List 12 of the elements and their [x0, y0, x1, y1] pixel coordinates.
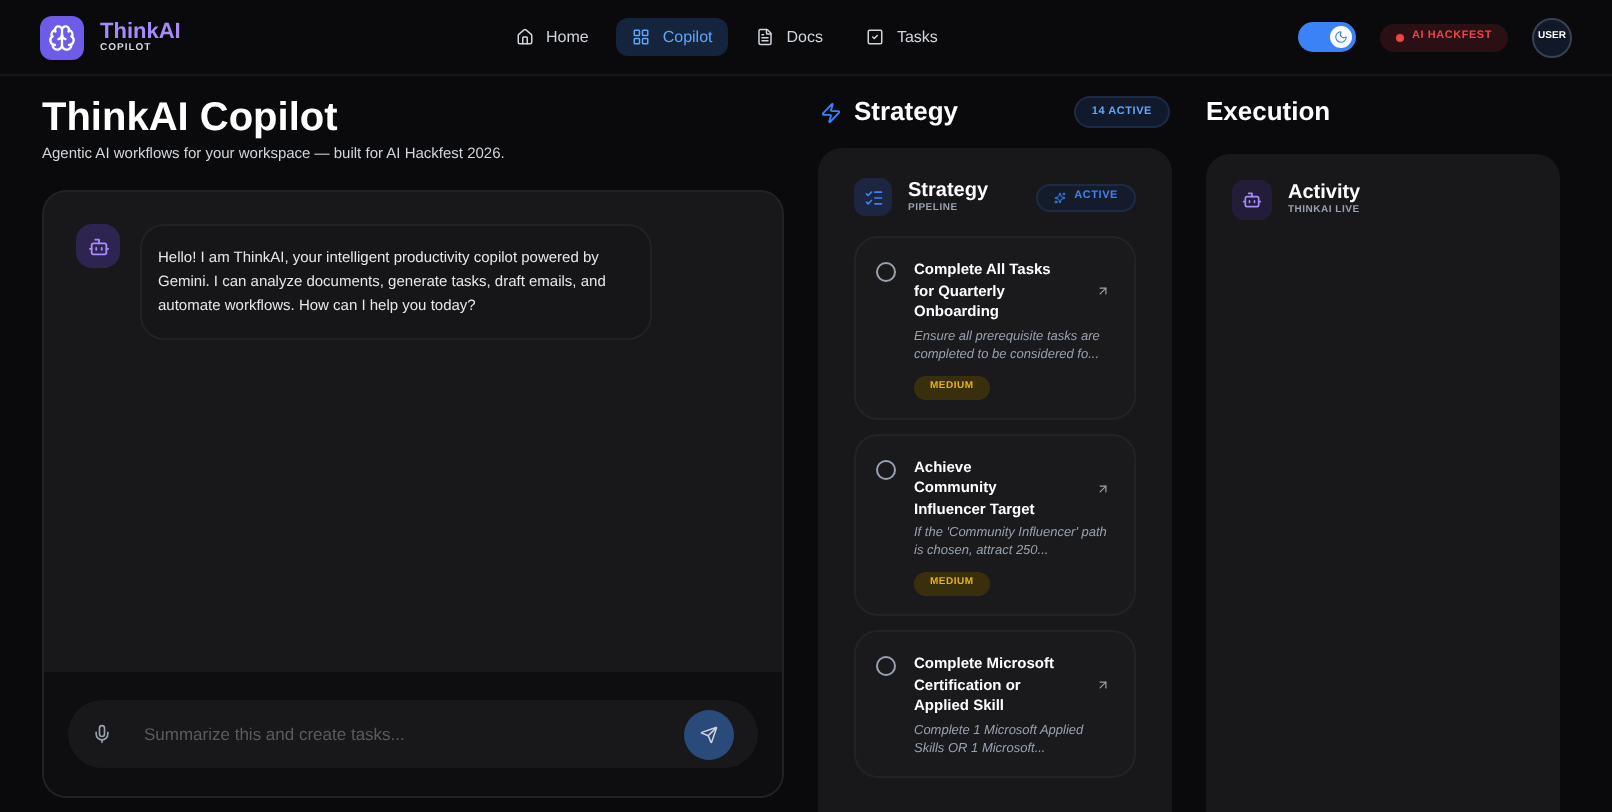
nav-tab[interactable]: Home: [500, 18, 605, 56]
nav-tab[interactable]: Copilot: [616, 18, 729, 56]
panel-title: Strategy: [908, 181, 989, 201]
column-heading: Execution: [1206, 94, 1333, 130]
chat-input-bar[interactable]: Summarize this and create tasks...: [68, 700, 758, 768]
message-input[interactable]: Summarize this and create tasks...: [144, 721, 652, 747]
panel-title: Activity: [1288, 184, 1361, 204]
column-heading: Strategy: [854, 94, 959, 131]
nav-tab[interactable]: Tasks: [850, 18, 954, 56]
brand-name: ThinkAI: [100, 21, 181, 43]
nav-tab[interactable]: Docs: [740, 18, 839, 56]
page-title: ThinkAI Copilot: [42, 98, 340, 138]
